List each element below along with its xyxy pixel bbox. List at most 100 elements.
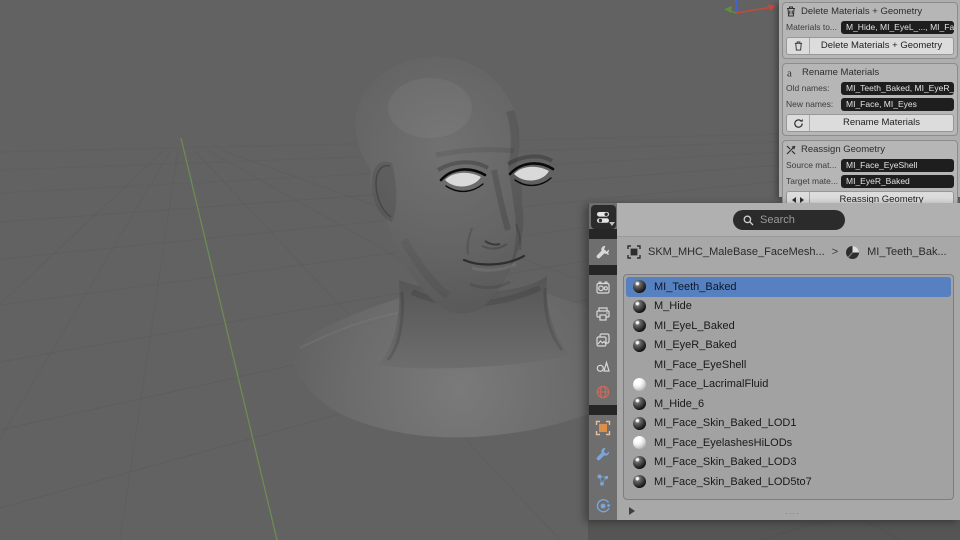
material-sphere-icon (633, 397, 646, 410)
material-name: M_Hide_6 (654, 398, 704, 410)
delete-materials-header[interactable]: Delete Materials + Geometry (786, 4, 954, 19)
tab-render[interactable] (589, 275, 618, 301)
material-name: MI_Face_Skin_Baked_LOD1 (654, 417, 796, 429)
target-material-label: Target mate... (786, 176, 838, 186)
breadcrumb: SKM_MHC_MaleBase_FaceMesh... > MI_Teeth_… (617, 237, 960, 267)
chevron-down-icon (609, 222, 615, 226)
breadcrumb-separator: > (832, 246, 838, 258)
rename-materials-subpanel: a Rename Materials Old names: MI_Teeth_B… (782, 63, 958, 136)
material-name: M_Hide (654, 300, 692, 312)
delete-icon-button[interactable] (787, 38, 810, 54)
materials-to-label: Materials to... (786, 22, 838, 32)
object-properties-icon (595, 420, 611, 436)
new-names-field[interactable]: MI_Face, MI_Eyes (841, 98, 954, 111)
material-row[interactable]: MI_EyeR_Baked (626, 336, 951, 356)
material-name: MI_EyeR_Baked (654, 339, 737, 351)
material-sphere-icon (633, 339, 646, 352)
material-list: MI_Teeth_Baked M_Hide MI_EyeL_Baked MI_E… (623, 274, 954, 500)
material-row[interactable]: M_Hide (626, 297, 951, 317)
tab-output[interactable] (589, 301, 618, 327)
source-material-field[interactable]: MI_Face_EyeShell (841, 159, 954, 172)
tab-separator (589, 229, 617, 239)
material-row[interactable]: MI_Face_EyelashesHiLODs (626, 433, 951, 453)
physics-icon (595, 498, 611, 514)
new-names-label: New names: (786, 99, 838, 109)
material-sphere-icon (633, 280, 646, 293)
rename-materials-header[interactable]: a Rename Materials (786, 65, 954, 80)
material-sphere-icon (633, 417, 646, 430)
swap-arrows-icon (786, 145, 796, 155)
search-input[interactable]: Search (733, 210, 845, 230)
trash-icon (794, 41, 803, 51)
material-name: MI_Face_Skin_Baked_LOD5to7 (654, 476, 812, 488)
delete-materials-button[interactable]: Delete Materials + Geometry (810, 38, 953, 54)
target-material-field[interactable]: MI_EyeR_Baked (841, 175, 954, 188)
tab-view-layer[interactable] (589, 327, 618, 353)
properties-editor: Search SKM_MHC_MaleBase_FaceMesh... > MI… (588, 203, 960, 520)
refresh-icon (793, 118, 804, 129)
delete-materials-title: Delete Materials + Geometry (801, 6, 922, 17)
breadcrumb-material-name[interactable]: MI_Teeth_Bak... (867, 246, 947, 258)
delete-materials-subpanel: Delete Materials + Geometry Materials to… (782, 2, 958, 59)
collapsed-panel-row[interactable]: .... (629, 504, 950, 517)
tab-physics[interactable] (589, 493, 618, 519)
world-globe-icon (595, 384, 611, 400)
material-row[interactable]: MI_Teeth_Baked (626, 277, 951, 297)
svg-text:a: a (787, 68, 792, 79)
tab-modifiers[interactable] (589, 441, 618, 467)
material-row[interactable]: MI_Face_LacrimalFluid (626, 375, 951, 395)
material-sphere-icon (633, 319, 646, 332)
old-names-field[interactable]: MI_Teeth_Baked, MI_EyeR_Baked (841, 82, 954, 95)
particles-icon (595, 472, 611, 488)
tab-scene[interactable] (589, 353, 618, 379)
source-material-label: Source mat... (786, 160, 838, 170)
material-name: MI_Face_Skin_Baked_LOD3 (654, 456, 796, 468)
tab-separator (589, 265, 617, 275)
material-name: MI_Face_LacrimalFluid (654, 378, 768, 390)
reassign-geometry-title: Reassign Geometry (801, 144, 885, 155)
material-name: MI_Face_EyeShell (654, 359, 746, 371)
reassign-geometry-header[interactable]: Reassign Geometry (786, 142, 954, 157)
tab-particles[interactable] (589, 467, 618, 493)
material-sphere-icon (633, 436, 646, 449)
properties-header: Search (617, 203, 960, 237)
tab-tool[interactable] (589, 239, 618, 265)
cone-sphere-icon (595, 358, 611, 374)
camera-back-icon (595, 280, 611, 296)
material-row[interactable]: MI_Face_EyeShell (626, 355, 951, 375)
material-sphere-icon (633, 456, 646, 469)
material-name: MI_Face_EyelashesHiLODs (654, 437, 792, 449)
properties-tab-column (588, 203, 617, 520)
object-icon[interactable] (627, 245, 641, 259)
material-sphere-icon (633, 475, 646, 488)
search-icon (743, 215, 754, 226)
properties-content: Search SKM_MHC_MaleBase_FaceMesh... > MI… (617, 203, 960, 520)
material-row[interactable]: MI_EyeL_Baked (626, 316, 951, 336)
rename-materials-title: Rename Materials (802, 67, 879, 78)
material-row[interactable]: M_Hide_6 (626, 394, 951, 414)
material-icon[interactable] (845, 245, 860, 260)
breadcrumb-object-name[interactable]: SKM_MHC_MaleBase_FaceMesh... (648, 246, 825, 258)
old-names-label: Old names: (786, 83, 838, 93)
wrench-icon (595, 446, 611, 462)
material-sphere-icon (633, 378, 646, 391)
tab-separator (589, 405, 617, 415)
rename-materials-button[interactable]: Rename Materials (810, 115, 953, 131)
operator-panel: Delete Materials + Geometry Materials to… (779, 0, 960, 197)
material-name: MI_EyeL_Baked (654, 320, 735, 332)
material-row[interactable]: MI_Face_Skin_Baked_LOD5to7 (626, 472, 951, 492)
material-row[interactable]: MI_Face_Skin_Baked_LOD1 (626, 414, 951, 434)
images-icon (595, 332, 611, 348)
material-sphere-icon (633, 300, 646, 313)
tool-icon (595, 244, 611, 260)
material-row[interactable]: MI_Face_Skin_Baked_LOD3 (626, 453, 951, 473)
editor-type-button[interactable] (591, 205, 616, 229)
materials-to-field[interactable]: M_Hide, MI_EyeL_..., MI_Face_EyeShell (841, 21, 954, 34)
rename-icon-button[interactable] (787, 115, 810, 131)
font-a-icon: a (786, 67, 797, 78)
tab-world[interactable] (589, 379, 618, 405)
search-placeholder: Search (760, 214, 795, 226)
material-name: MI_Teeth_Baked (654, 281, 737, 293)
trash-icon (786, 6, 796, 17)
tab-object[interactable] (589, 415, 618, 441)
